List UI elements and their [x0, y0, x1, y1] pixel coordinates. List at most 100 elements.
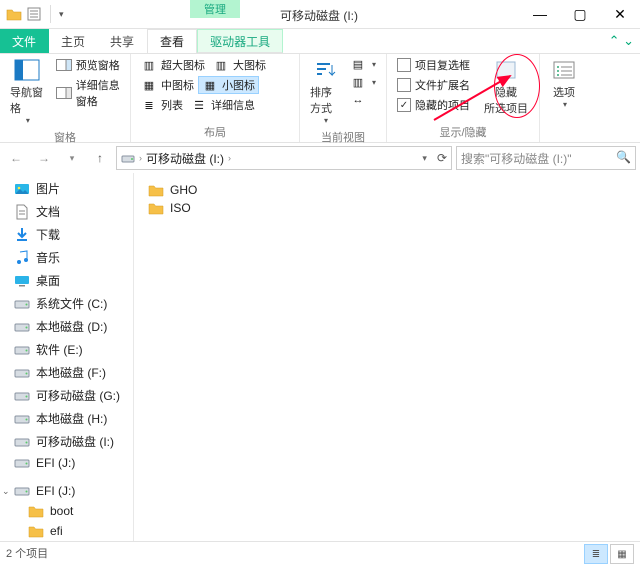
doc-icon [14, 205, 30, 219]
layout-list[interactable]: ≣列表 [137, 96, 187, 114]
maximize-button[interactable]: ▢ [560, 0, 600, 28]
tree-item[interactable]: boot [0, 501, 133, 521]
tree-item[interactable]: 图片 [0, 177, 133, 200]
tree-item[interactable]: 桌面 [0, 269, 133, 292]
ribbon-collapse-icon[interactable]: ⌃ ⌄ [609, 33, 634, 49]
sort-by-button[interactable]: 排序方式▾ [306, 56, 344, 127]
tab-home[interactable]: 主页 [49, 29, 98, 53]
hdd-icon [14, 484, 30, 498]
tree-item[interactable]: 音乐 [0, 246, 133, 269]
large-icon: ▥ [213, 58, 229, 72]
hdd-icon [14, 320, 30, 334]
up-button[interactable]: ↑ [88, 146, 112, 170]
tree-item-label: 可移动磁盘 (I:) [36, 433, 114, 450]
layout-details[interactable]: ☰详细信息 [187, 96, 259, 114]
tree-item[interactable]: ⌄ EFI (J:) [0, 481, 133, 501]
search-placeholder: 搜索"可移动磁盘 (I:)" [461, 150, 572, 167]
tree-item-label: 图片 [36, 180, 60, 197]
layout-medium[interactable]: ▦中图标 [137, 76, 198, 94]
large-icons-view-button[interactable]: ▦ [610, 544, 634, 564]
preview-pane-icon [56, 58, 72, 72]
hdd-icon [14, 412, 30, 426]
preview-pane-button[interactable]: 预览窗格 [52, 56, 124, 74]
tree-item-label: 系统文件 (C:) [36, 295, 107, 312]
minimize-button[interactable]: — [520, 0, 560, 28]
tree-item[interactable]: EFI (J:) [0, 453, 133, 473]
layout-large[interactable]: ▥大图标 [209, 56, 270, 74]
drive-icon [121, 152, 135, 164]
details-icon: ☰ [191, 98, 207, 112]
sort-icon [311, 58, 339, 82]
tab-file[interactable]: 文件 [0, 29, 49, 53]
layout-small[interactable]: ▦小图标 [198, 76, 259, 94]
status-bar: 2 个项目 ≣ ▦ [0, 541, 640, 564]
item-checkboxes-toggle[interactable]: 项目复选框 [393, 56, 474, 74]
address-bar[interactable]: › 可移动磁盘 (I:) › ▾ ⟳ [116, 146, 452, 170]
group-by-button[interactable]: ▤▾ [346, 56, 380, 72]
tree-item-label: 本地磁盘 (H:) [36, 410, 107, 427]
tree-item[interactable]: 下载 [0, 223, 133, 246]
tree-item-label: 可移动磁盘 (G:) [36, 387, 120, 404]
tree-item[interactable]: efi [0, 521, 133, 541]
size-columns-button[interactable]: ↔ [346, 92, 380, 108]
hidden-items-toggle[interactable]: ✓隐藏的项目 [393, 96, 474, 114]
add-columns-button[interactable]: ▥▾ [346, 74, 380, 90]
tree-item[interactable]: 软件 (E:) [0, 338, 133, 361]
tab-drivetools[interactable]: 驱动器工具 [197, 29, 283, 53]
forward-button[interactable]: → [32, 146, 56, 170]
hide-selected-button[interactable]: 隐藏 所选项目 [480, 56, 532, 118]
checkbox-icon [397, 58, 411, 72]
close-button[interactable]: ✕ [600, 0, 640, 28]
tree-item[interactable]: 可移动磁盘 (G:) [0, 384, 133, 407]
options-icon [550, 58, 578, 82]
contextual-tab-label: 管理 [190, 0, 240, 18]
qat-dropdown-icon[interactable]: ▾ [59, 9, 64, 20]
tab-share[interactable]: 共享 [98, 29, 147, 53]
checkbox-checked-icon: ✓ [397, 98, 411, 112]
small-icon: ▦ [202, 78, 218, 92]
item-name: GHO [170, 183, 197, 197]
chevron-right-icon[interactable]: › [139, 153, 142, 163]
recent-dropdown-icon[interactable]: ▾ [60, 146, 84, 170]
breadcrumb-segment[interactable]: 可移动磁盘 (I:) [146, 150, 224, 167]
checkbox-icon [397, 78, 411, 92]
options-button[interactable]: 选项▾ [546, 56, 582, 111]
tree-item-label: 软件 (E:) [36, 341, 83, 358]
back-button[interactable]: ← [4, 146, 28, 170]
tree-item[interactable]: 文档 [0, 200, 133, 223]
content-area[interactable]: GHO ISO [134, 173, 640, 541]
address-dropdown-icon[interactable]: ▾ [422, 153, 427, 164]
list-item[interactable]: ISO [146, 199, 628, 217]
tree-item-label: 本地磁盘 (D:) [36, 318, 107, 335]
navigation-tree[interactable]: 图片文档下载音乐桌面系统文件 (C:) 本地磁盘 (D:) 软件 (E:) 本地磁盘 … [0, 173, 134, 541]
tree-item-label: EFI (J:) [36, 484, 75, 498]
tree-item[interactable]: 本地磁盘 (H:) [0, 407, 133, 430]
layout-extra-large[interactable]: ▥超大图标 [137, 56, 209, 74]
list-item[interactable]: GHO [146, 181, 628, 199]
tree-item-label: efi [50, 524, 63, 538]
group-label-layout: 布局 [137, 122, 293, 142]
details-pane-button[interactable]: 详细信息窗格 [52, 76, 124, 110]
item-count: 2 个项目 [6, 545, 48, 561]
refresh-button[interactable]: ⟳ [437, 151, 447, 165]
tree-item[interactable]: 本地磁盘 (D:) [0, 315, 133, 338]
chevron-down-icon[interactable]: ⌄ [2, 486, 10, 497]
folder-icon [28, 504, 44, 518]
navigation-pane-button[interactable]: 导航窗格 ▾ [6, 56, 48, 127]
group-label-currentview: 当前视图 [306, 127, 380, 147]
tab-view[interactable]: 查看 [147, 29, 197, 53]
properties-icon[interactable] [26, 6, 42, 22]
chevron-right-icon[interactable]: › [228, 153, 231, 163]
tree-item[interactable]: 可移动磁盘 (I:) [0, 430, 133, 453]
folder-icon [148, 184, 164, 197]
tree-item[interactable]: 本地磁盘 (F:) [0, 361, 133, 384]
details-view-button[interactable]: ≣ [584, 544, 608, 564]
tree-item-label: 音乐 [36, 249, 60, 266]
group-label-panes: 窗格 [6, 127, 124, 147]
navigation-bar: ← → ▾ ↑ › 可移动磁盘 (I:) › ▾ ⟳ 搜索"可移动磁盘 (I:)… [0, 143, 640, 173]
contextual-tab-header: 管理 [190, 0, 240, 18]
search-box[interactable]: 搜索"可移动磁盘 (I:)" 🔍 [456, 146, 636, 170]
tree-item[interactable]: 系统文件 (C:) [0, 292, 133, 315]
ribbon: 导航窗格 ▾ 预览窗格 详细信息窗格 窗格 ▥超大图标 ▥大图标 [0, 54, 640, 143]
file-extensions-toggle[interactable]: 文件扩展名 [393, 76, 474, 94]
